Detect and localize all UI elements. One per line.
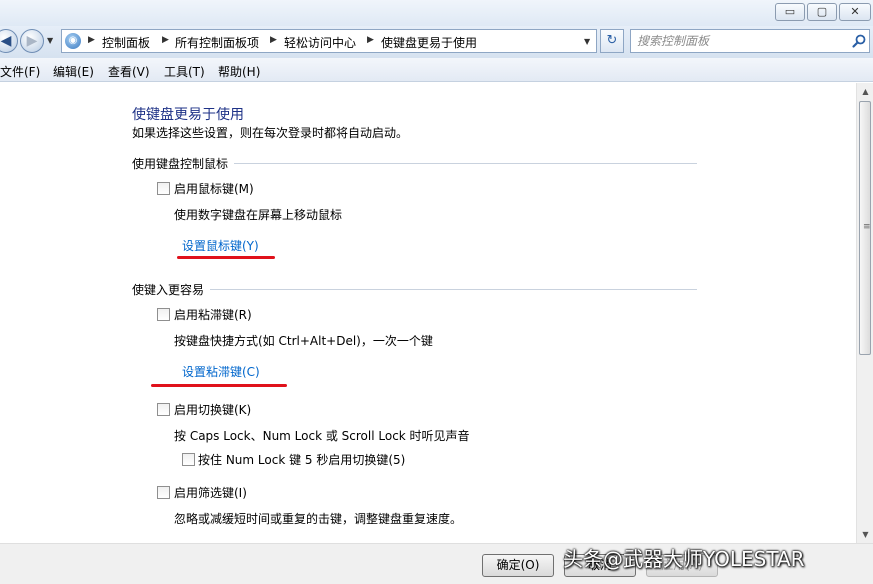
minimize-icon: ▭: [785, 5, 795, 18]
breadcrumb-separator-icon[interactable]: ▶: [270, 35, 277, 45]
forward-arrow-icon: ▶: [27, 33, 38, 49]
mouse-keys-description: 使用数字键盘在屏幕上移动鼠标: [174, 206, 342, 223]
recent-pages-dropdown-icon[interactable]: ▼: [47, 36, 53, 45]
menu-help[interactable]: 帮助(H): [218, 63, 260, 80]
control-panel-icon: ◉: [65, 33, 81, 49]
refresh-button[interactable]: ↻: [600, 29, 624, 53]
sticky-keys-checkbox[interactable]: [157, 308, 170, 321]
mouse-keys-checkbox[interactable]: [157, 182, 170, 195]
forward-button[interactable]: ▶: [20, 29, 44, 53]
maximize-button[interactable]: ▢: [807, 3, 837, 21]
scroll-down-icon[interactable]: ▼: [857, 526, 873, 543]
title-bar: ▭ ▢ ✕: [0, 0, 873, 26]
toggle-keys-label[interactable]: 启用切换键(K): [174, 401, 251, 418]
page-subtitle: 如果选择这些设置，则在每次登录时都将自动启动。: [132, 124, 408, 141]
menu-file[interactable]: 文件(F): [0, 63, 40, 80]
search-icon[interactable]: [851, 33, 867, 49]
menu-tools[interactable]: 工具(T): [164, 63, 205, 80]
address-bar[interactable]: ◉ ▶ 控制面板 ▶ 所有控制面板项 ▶ 轻松访问中心 ▶ 使键盘更易于使用 ▼: [61, 29, 597, 53]
annotation-underline: [151, 384, 287, 387]
search-box[interactable]: [630, 29, 870, 53]
sticky-keys-label[interactable]: 启用粘滞键(R): [174, 306, 252, 323]
annotation-underline: [177, 256, 275, 259]
breadcrumb-separator-icon[interactable]: ▶: [88, 35, 95, 45]
ok-button[interactable]: 确定(O): [482, 554, 554, 577]
breadcrumb-control-panel[interactable]: 控制面板: [102, 34, 150, 51]
toggle-keys-checkbox[interactable]: [157, 403, 170, 416]
maximize-icon: ▢: [817, 5, 827, 18]
close-icon: ✕: [850, 5, 859, 18]
grip-icon: ≡: [863, 222, 871, 232]
vertical-scrollbar[interactable]: ▲ ≡ ▼: [856, 83, 873, 543]
menu-view[interactable]: 查看(V): [108, 63, 150, 80]
mouse-keys-label[interactable]: 启用鼠标键(M): [174, 180, 254, 197]
section-divider: [234, 163, 697, 164]
section-title-mouse: 使用键盘控制鼠标: [132, 155, 228, 172]
num-lock-toggle-checkbox[interactable]: [182, 453, 195, 466]
main-content: 使键盘更易于使用 如果选择这些设置，则在每次登录时都将自动启动。 使用键盘控制鼠…: [0, 83, 856, 543]
breadcrumb-all-items[interactable]: 所有控制面板项: [175, 34, 259, 51]
filter-keys-description: 忽略或减缓短时间或重复的击键，调整键盘重复速度。: [174, 510, 462, 527]
num-lock-toggle-label[interactable]: 按住 Num Lock 键 5 秒启用切换键(5): [198, 451, 405, 468]
filter-keys-label[interactable]: 启用筛选键(I): [174, 484, 247, 501]
filter-keys-checkbox[interactable]: [157, 486, 170, 499]
search-input[interactable]: [637, 33, 847, 49]
scroll-up-icon[interactable]: ▲: [857, 83, 873, 100]
sticky-keys-description: 按键盘快捷方式(如 Ctrl+Alt+Del)，一次一个键: [174, 332, 433, 349]
breadcrumb-separator-icon[interactable]: ▶: [162, 35, 169, 45]
watermark: 头条@武器大师YOLESTAR: [563, 543, 805, 572]
navigation-bar: ◀ ▶ ▼ ◉ ▶ 控制面板 ▶ 所有控制面板项 ▶ 轻松访问中心 ▶ 使键盘更…: [0, 26, 873, 58]
back-arrow-icon: ◀: [1, 33, 12, 49]
close-button[interactable]: ✕: [839, 3, 871, 21]
menu-bar: 文件(F) 编辑(E) 查看(V) 工具(T) 帮助(H): [0, 58, 873, 82]
scrollbar-thumb[interactable]: ≡: [859, 101, 871, 355]
section-title-typing: 使键入更容易: [132, 281, 204, 298]
breadcrumb-separator-icon[interactable]: ▶: [367, 35, 374, 45]
back-button[interactable]: ◀: [0, 29, 18, 53]
breadcrumb-current-page[interactable]: 使键盘更易于使用: [381, 34, 477, 51]
section-divider: [210, 289, 697, 290]
address-dropdown-icon[interactable]: ▼: [584, 37, 590, 46]
page-title: 使键盘更易于使用: [132, 104, 244, 124]
breadcrumb-ease-of-access[interactable]: 轻松访问中心: [284, 34, 356, 51]
menu-edit[interactable]: 编辑(E): [53, 63, 94, 80]
refresh-icon: ↻: [607, 33, 618, 48]
setup-sticky-keys-link[interactable]: 设置粘滞键(C): [182, 363, 260, 380]
setup-mouse-keys-link[interactable]: 设置鼠标键(Y): [182, 237, 259, 254]
toggle-keys-description: 按 Caps Lock、Num Lock 或 Scroll Lock 时听见声音: [174, 427, 470, 444]
minimize-button[interactable]: ▭: [775, 3, 805, 21]
